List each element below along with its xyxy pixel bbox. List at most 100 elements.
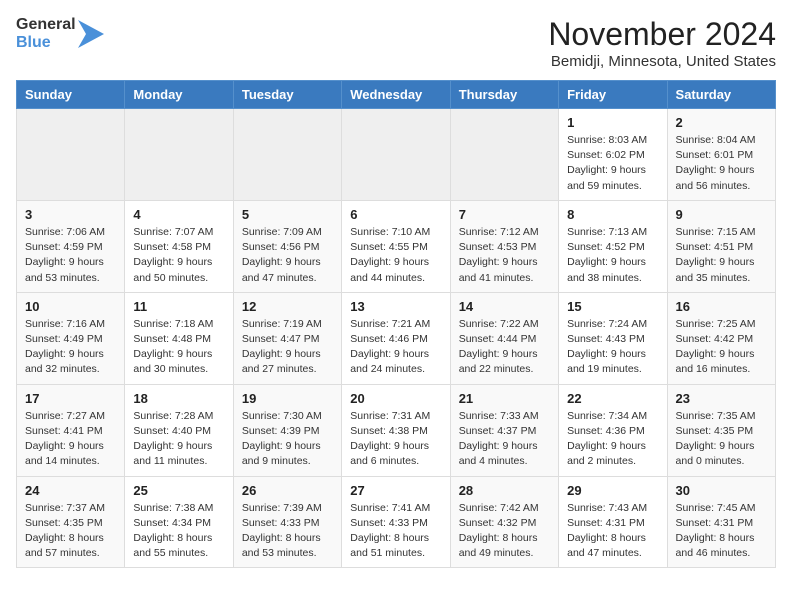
day-number: 5 xyxy=(242,207,333,222)
day-info: Sunrise: 7:21 AM Sunset: 4:46 PM Dayligh… xyxy=(350,317,441,378)
day-info: Sunrise: 7:22 AM Sunset: 4:44 PM Dayligh… xyxy=(459,317,550,378)
day-number: 6 xyxy=(350,207,441,222)
day-number: 8 xyxy=(567,207,658,222)
location-title: Bemidji, Minnesota, United States xyxy=(548,53,776,70)
logo-blue: Blue xyxy=(16,34,76,52)
title-block: November 2024 Bemidji, Minnesota, United… xyxy=(548,16,776,70)
day-info: Sunrise: 7:42 AM Sunset: 4:32 PM Dayligh… xyxy=(459,501,550,562)
day-cell: 23 Sunrise: 7:35 AM Sunset: 4:35 PM Dayli… xyxy=(667,384,775,476)
day-cell: 17 Sunrise: 7:27 AM Sunset: 4:41 PM Dayli… xyxy=(17,384,125,476)
day-cell: 18 Sunrise: 7:28 AM Sunset: 4:40 PM Dayli… xyxy=(125,384,233,476)
day-number: 12 xyxy=(242,299,333,314)
day-number: 4 xyxy=(133,207,224,222)
day-info: Sunrise: 7:06 AM Sunset: 4:59 PM Dayligh… xyxy=(25,225,116,286)
header-cell-friday: Friday xyxy=(559,81,667,109)
day-info: Sunrise: 7:27 AM Sunset: 4:41 PM Dayligh… xyxy=(25,409,116,470)
day-info: Sunrise: 7:10 AM Sunset: 4:55 PM Dayligh… xyxy=(350,225,441,286)
day-cell: 26 Sunrise: 7:39 AM Sunset: 4:33 PM Dayli… xyxy=(233,476,341,568)
day-cell xyxy=(17,109,125,201)
day-info: Sunrise: 7:34 AM Sunset: 4:36 PM Dayligh… xyxy=(567,409,658,470)
day-cell: 11 Sunrise: 7:18 AM Sunset: 4:48 PM Dayli… xyxy=(125,292,233,384)
day-info: Sunrise: 7:35 AM Sunset: 4:35 PM Dayligh… xyxy=(676,409,767,470)
day-cell xyxy=(233,109,341,201)
header-cell-wednesday: Wednesday xyxy=(342,81,450,109)
day-cell: 14 Sunrise: 7:22 AM Sunset: 4:44 PM Dayli… xyxy=(450,292,558,384)
day-info: Sunrise: 7:16 AM Sunset: 4:49 PM Dayligh… xyxy=(25,317,116,378)
day-number: 9 xyxy=(676,207,767,222)
day-info: Sunrise: 7:41 AM Sunset: 4:33 PM Dayligh… xyxy=(350,501,441,562)
day-cell: 19Sunrise: 7:30 AM Sunset: 4:39 PM Dayli… xyxy=(233,384,341,476)
header-row: SundayMondayTuesdayWednesdayThursdayFrid… xyxy=(17,81,776,109)
day-cell xyxy=(342,109,450,201)
day-cell: 28 Sunrise: 7:42 AM Sunset: 4:32 PM Dayli… xyxy=(450,476,558,568)
day-info: Sunrise: 7:43 AM Sunset: 4:31 PM Dayligh… xyxy=(567,501,658,562)
logo-arrow-icon xyxy=(78,18,104,50)
day-number: 10 xyxy=(25,299,116,314)
day-cell: 4Sunrise: 7:07 AM Sunset: 4:58 PM Daylig… xyxy=(125,200,233,292)
day-cell: 1 Sunrise: 8:03 AM Sunset: 6:02 PM Daylig… xyxy=(559,109,667,201)
day-number: 24 xyxy=(25,483,116,498)
day-number: 20 xyxy=(350,391,441,406)
day-number: 18 xyxy=(133,391,224,406)
day-number: 7 xyxy=(459,207,550,222)
day-number: 22 xyxy=(567,391,658,406)
day-cell xyxy=(450,109,558,201)
day-cell: 15Sunrise: 7:24 AM Sunset: 4:43 PM Dayli… xyxy=(559,292,667,384)
week-row-2: 3Sunrise: 7:06 AM Sunset: 4:59 PM Daylig… xyxy=(17,200,776,292)
day-cell: 3Sunrise: 7:06 AM Sunset: 4:59 PM Daylig… xyxy=(17,200,125,292)
day-cell: 7 Sunrise: 7:12 AM Sunset: 4:53 PM Daylig… xyxy=(450,200,558,292)
day-number: 26 xyxy=(242,483,333,498)
day-info: Sunrise: 8:04 AM Sunset: 6:01 PM Dayligh… xyxy=(676,133,767,194)
header-cell-tuesday: Tuesday xyxy=(233,81,341,109)
day-cell: 20 Sunrise: 7:31 AM Sunset: 4:38 PM Dayli… xyxy=(342,384,450,476)
day-cell: 12 Sunrise: 7:19 AM Sunset: 4:47 PM Dayli… xyxy=(233,292,341,384)
day-cell: 6 Sunrise: 7:10 AM Sunset: 4:55 PM Daylig… xyxy=(342,200,450,292)
header-cell-monday: Monday xyxy=(125,81,233,109)
header-cell-sunday: Sunday xyxy=(17,81,125,109)
month-title: November 2024 xyxy=(548,16,776,53)
day-info: Sunrise: 7:45 AM Sunset: 4:31 PM Dayligh… xyxy=(676,501,767,562)
day-info: Sunrise: 7:18 AM Sunset: 4:48 PM Dayligh… xyxy=(133,317,224,378)
day-cell: 2 Sunrise: 8:04 AM Sunset: 6:01 PM Daylig… xyxy=(667,109,775,201)
day-cell: 24Sunrise: 7:37 AM Sunset: 4:35 PM Dayli… xyxy=(17,476,125,568)
day-cell: 29 Sunrise: 7:43 AM Sunset: 4:31 PM Dayli… xyxy=(559,476,667,568)
day-info: Sunrise: 7:39 AM Sunset: 4:33 PM Dayligh… xyxy=(242,501,333,562)
day-number: 17 xyxy=(25,391,116,406)
day-info: Sunrise: 7:33 AM Sunset: 4:37 PM Dayligh… xyxy=(459,409,550,470)
day-number: 29 xyxy=(567,483,658,498)
day-number: 15 xyxy=(567,299,658,314)
day-number: 14 xyxy=(459,299,550,314)
day-number: 30 xyxy=(676,483,767,498)
header-cell-thursday: Thursday xyxy=(450,81,558,109)
day-info: Sunrise: 8:03 AM Sunset: 6:02 PM Dayligh… xyxy=(567,133,658,194)
day-number: 25 xyxy=(133,483,224,498)
day-cell: 30 Sunrise: 7:45 AM Sunset: 4:31 PM Dayli… xyxy=(667,476,775,568)
day-cell: 16Sunrise: 7:25 AM Sunset: 4:42 PM Dayli… xyxy=(667,292,775,384)
day-cell: 22 Sunrise: 7:34 AM Sunset: 4:36 PM Dayli… xyxy=(559,384,667,476)
day-cell: 5 Sunrise: 7:09 AM Sunset: 4:56 PM Daylig… xyxy=(233,200,341,292)
day-number: 2 xyxy=(676,115,767,130)
day-info: Sunrise: 7:19 AM Sunset: 4:47 PM Dayligh… xyxy=(242,317,333,378)
day-cell: 25 Sunrise: 7:38 AM Sunset: 4:34 PM Dayli… xyxy=(125,476,233,568)
day-cell: 27 Sunrise: 7:41 AM Sunset: 4:33 PM Dayli… xyxy=(342,476,450,568)
week-row-3: 10 Sunrise: 7:16 AM Sunset: 4:49 PM Dayli… xyxy=(17,292,776,384)
day-number: 27 xyxy=(350,483,441,498)
day-number: 11 xyxy=(133,299,224,314)
day-number: 23 xyxy=(676,391,767,406)
day-info: Sunrise: 7:31 AM Sunset: 4:38 PM Dayligh… xyxy=(350,409,441,470)
week-row-4: 17 Sunrise: 7:27 AM Sunset: 4:41 PM Dayli… xyxy=(17,384,776,476)
logo: General Blue xyxy=(16,16,104,51)
day-info: Sunrise: 7:13 AM Sunset: 4:52 PM Dayligh… xyxy=(567,225,658,286)
day-info: Sunrise: 7:30 AM Sunset: 4:39 PM Dayligh… xyxy=(242,409,333,470)
day-cell: 13Sunrise: 7:21 AM Sunset: 4:46 PM Dayli… xyxy=(342,292,450,384)
day-info: Sunrise: 7:12 AM Sunset: 4:53 PM Dayligh… xyxy=(459,225,550,286)
day-number: 28 xyxy=(459,483,550,498)
day-info: Sunrise: 7:15 AM Sunset: 4:51 PM Dayligh… xyxy=(676,225,767,286)
day-info: Sunrise: 7:38 AM Sunset: 4:34 PM Dayligh… xyxy=(133,501,224,562)
day-number: 1 xyxy=(567,115,658,130)
week-row-1: 1 Sunrise: 8:03 AM Sunset: 6:02 PM Daylig… xyxy=(17,109,776,201)
day-info: Sunrise: 7:09 AM Sunset: 4:56 PM Dayligh… xyxy=(242,225,333,286)
day-info: Sunrise: 7:28 AM Sunset: 4:40 PM Dayligh… xyxy=(133,409,224,470)
day-cell: 9 Sunrise: 7:15 AM Sunset: 4:51 PM Daylig… xyxy=(667,200,775,292)
day-cell: 8 Sunrise: 7:13 AM Sunset: 4:52 PM Daylig… xyxy=(559,200,667,292)
